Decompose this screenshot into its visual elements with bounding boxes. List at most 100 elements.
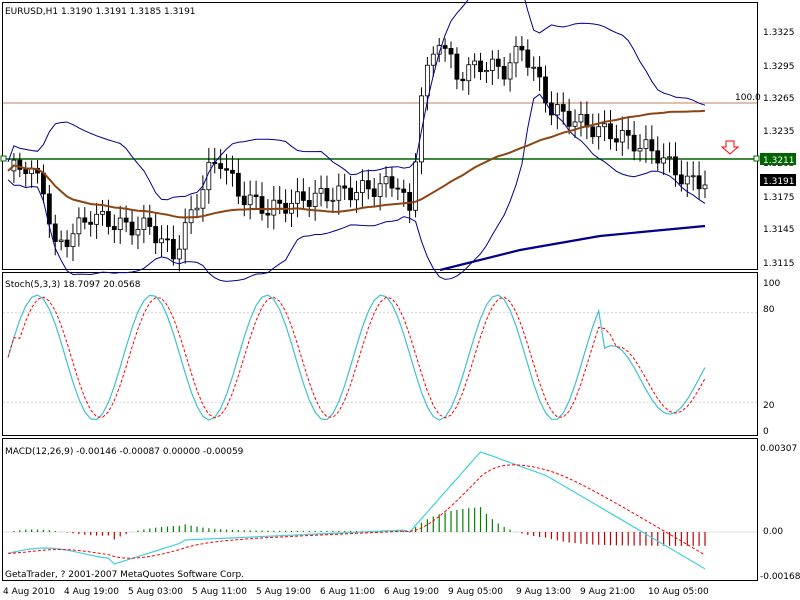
time-tick: 6 Aug 19:00	[384, 587, 439, 597]
time-tick: 5 Aug 19:00	[256, 587, 311, 597]
candle-body	[159, 238, 164, 244]
candle-body	[625, 130, 631, 136]
macd-title: MACD(12,26,9) -0.00146 -0.00087 0.00000 …	[5, 447, 244, 457]
time-tick: 6 Aug 11:00	[320, 587, 375, 597]
candle-body	[123, 217, 129, 223]
svg-text:1.3211: 1.3211	[763, 156, 795, 166]
macd-tick: 0.00307	[760, 444, 797, 454]
candle-body	[702, 184, 708, 190]
stoch-panel-frame[interactable]	[2, 272, 758, 436]
candle-body	[543, 76, 548, 104]
candle-body	[572, 121, 578, 127]
candle-body	[537, 66, 543, 78]
candle-body	[64, 239, 70, 248]
candle-body	[312, 192, 318, 207]
price-tick: 1.3295	[763, 62, 795, 72]
price-tick: 1.3325	[763, 28, 795, 38]
stoch-tick: 20	[763, 401, 775, 411]
macd-tick: -0.00168	[760, 572, 800, 582]
candle-body	[135, 229, 141, 236]
candle-body	[566, 110, 572, 127]
candle-body	[495, 58, 501, 67]
candle-body	[661, 157, 667, 164]
macd-axis: 0.00307 0.00 -0.00168	[760, 444, 800, 582]
candle-body	[448, 48, 454, 55]
candle-body	[673, 156, 678, 176]
candle-body	[354, 192, 359, 201]
candle-body	[271, 199, 277, 216]
candle-body	[395, 187, 401, 190]
candle-body	[501, 65, 507, 80]
candle-body	[472, 60, 478, 66]
candle-body	[696, 175, 702, 190]
candle-body	[194, 207, 200, 211]
candle-body	[655, 150, 661, 164]
candle-body	[342, 185, 348, 189]
candle-body	[413, 161, 418, 211]
candle-body	[613, 138, 619, 143]
candle-body	[389, 176, 395, 189]
candle-body	[348, 187, 353, 201]
candle-body	[489, 58, 495, 71]
hline-handle-left[interactable]	[0, 155, 7, 162]
candle-body	[678, 174, 684, 185]
candle-body	[141, 217, 147, 230]
candle-body	[690, 175, 696, 178]
chart-window[interactable]: EURUSD,H1 1.3190 1.3191 1.3185 1.3191 St…	[0, 0, 800, 600]
candle-body	[117, 217, 123, 231]
candle-body	[578, 113, 584, 123]
candle-body	[478, 60, 483, 73]
candle-body	[531, 66, 537, 69]
candle-body	[70, 233, 76, 248]
candle-body	[300, 191, 306, 201]
candle-body	[407, 192, 413, 211]
candle-body	[165, 238, 170, 241]
candle-body	[224, 168, 229, 171]
candle-body	[253, 194, 259, 197]
hline-price-tag: 1.3211	[760, 153, 796, 166]
candle-body	[336, 185, 342, 201]
time-axis: 4 Aug 2010 4 Aug 19:00 5 Aug 03:00 5 Aug…	[3, 587, 709, 597]
candle-body	[608, 123, 613, 140]
candle-body	[507, 62, 513, 80]
candle-body	[454, 53, 460, 80]
candle-body	[182, 222, 188, 250]
candle-body	[218, 163, 224, 170]
candle-body	[76, 217, 82, 235]
time-tick: 9 Aug 13:00	[516, 587, 571, 597]
candle-body	[430, 53, 436, 66]
candle-body	[200, 189, 206, 209]
candle-body	[554, 104, 560, 116]
candle-body	[442, 45, 448, 49]
macd-tick: 0.00	[763, 527, 783, 537]
candle-body	[106, 211, 111, 227]
candle-body	[94, 213, 100, 225]
time-tick: 4 Aug 2010	[3, 587, 55, 597]
candle-body	[596, 126, 602, 138]
candle-body	[643, 139, 649, 149]
candle-body	[513, 45, 519, 64]
macd-panel-frame[interactable]	[2, 438, 758, 581]
candle-body	[619, 130, 625, 143]
candle-body	[153, 226, 159, 244]
symbol-title: EURUSD,H1 1.3190 1.3191 1.3185 1.3191	[5, 7, 196, 17]
stoch-axis: 100 80 20 0	[763, 279, 780, 437]
candle-body	[41, 172, 46, 195]
fib-level-label: 100.0	[735, 93, 761, 103]
candle-body	[111, 226, 117, 231]
candle-body	[360, 180, 365, 193]
price-tick: 1.3115	[763, 259, 795, 269]
copyright-text: GetaTrader, ? 2001-2007 MetaQuotes Softw…	[5, 570, 244, 580]
candle-body	[519, 45, 525, 51]
candle-body	[466, 64, 472, 82]
price-tick: 1.3175	[763, 193, 795, 203]
candle-body	[377, 183, 383, 197]
candle-body	[649, 139, 655, 152]
time-tick: 9 Aug 05:00	[448, 587, 503, 597]
candle-body	[247, 194, 253, 206]
candle-body	[560, 104, 566, 112]
candle-body	[460, 78, 466, 82]
candle-body	[265, 212, 271, 216]
hline-handle-right[interactable]	[753, 155, 760, 162]
stoch-title: Stoch(5,3,3) 18.7097 20.0568	[5, 280, 141, 290]
